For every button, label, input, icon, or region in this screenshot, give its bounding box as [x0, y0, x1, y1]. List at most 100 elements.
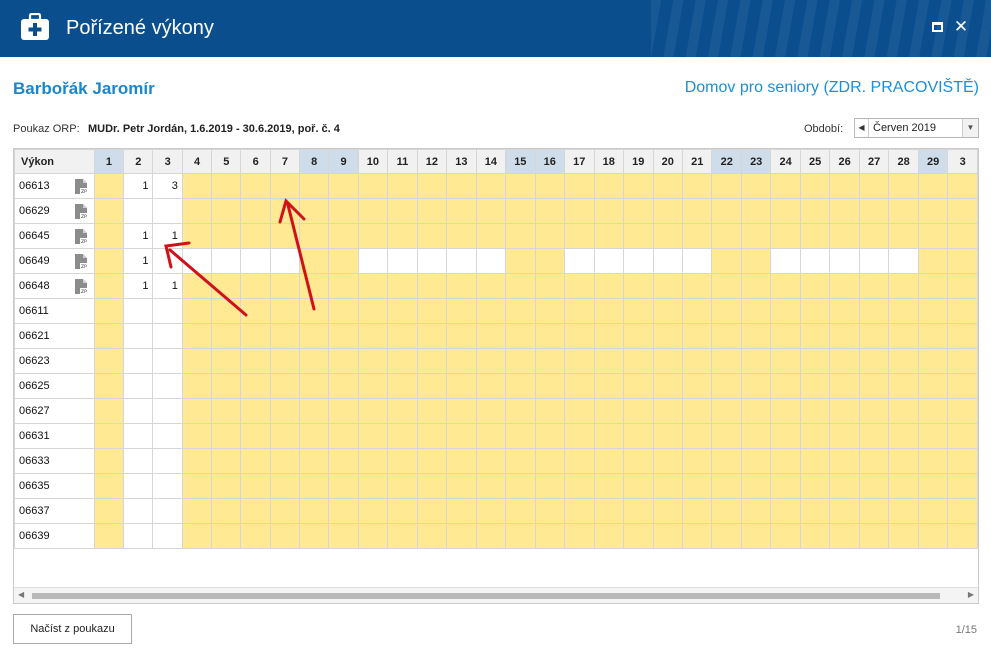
day-cell[interactable]	[475, 198, 507, 224]
day-cell[interactable]	[181, 423, 213, 449]
day-cell[interactable]	[416, 248, 448, 274]
day-cell[interactable]	[770, 398, 801, 424]
day-cell[interactable]	[534, 398, 566, 424]
day-cell[interactable]	[387, 348, 418, 374]
day-cell[interactable]	[740, 273, 772, 299]
day-cell[interactable]	[152, 523, 183, 549]
day-cell[interactable]	[947, 273, 978, 299]
day-cell[interactable]	[240, 198, 271, 224]
day-cell[interactable]	[858, 498, 890, 524]
day-cell[interactable]	[711, 498, 742, 524]
day-cell[interactable]	[829, 248, 860, 274]
day-cell[interactable]	[534, 298, 566, 324]
day-cell[interactable]	[387, 473, 418, 499]
day-cell[interactable]	[416, 373, 448, 399]
day-cell[interactable]	[123, 198, 154, 224]
day-cell[interactable]	[416, 398, 448, 424]
day-cell[interactable]	[534, 373, 566, 399]
day-cell[interactable]	[888, 323, 919, 349]
day-cell[interactable]	[211, 223, 242, 249]
day-cell[interactable]	[446, 373, 477, 399]
day-cell[interactable]	[740, 373, 772, 399]
day-cell[interactable]	[947, 423, 978, 449]
day-cell[interactable]	[446, 198, 477, 224]
day-cell[interactable]	[387, 373, 418, 399]
day-cell[interactable]	[357, 523, 389, 549]
day-cell[interactable]	[211, 448, 242, 474]
day-cell[interactable]	[93, 248, 125, 274]
day-cell[interactable]	[387, 173, 418, 199]
day-cell[interactable]	[416, 223, 448, 249]
day-cell[interactable]	[505, 398, 536, 424]
day-cell[interactable]	[623, 398, 654, 424]
day-cell[interactable]	[947, 523, 978, 549]
zp-document-icon[interactable]: ZP	[74, 228, 88, 245]
day-cell[interactable]	[269, 398, 301, 424]
day-cell[interactable]	[652, 523, 683, 549]
scroll-right-icon[interactable]: ▶	[968, 590, 974, 599]
day-cell[interactable]	[770, 448, 801, 474]
day-cell[interactable]	[770, 423, 801, 449]
day-cell[interactable]	[623, 223, 654, 249]
day-cell[interactable]	[593, 473, 625, 499]
day-cell[interactable]	[181, 248, 213, 274]
day-cell[interactable]	[711, 298, 742, 324]
day-cell[interactable]	[328, 423, 359, 449]
day-cell[interactable]	[446, 423, 477, 449]
day-cell[interactable]	[681, 448, 713, 474]
day-cell[interactable]	[623, 373, 654, 399]
day-cell[interactable]	[947, 323, 978, 349]
day-cell[interactable]	[416, 173, 448, 199]
day-cell[interactable]	[770, 373, 801, 399]
day-cell[interactable]	[357, 448, 389, 474]
day-cell[interactable]	[387, 248, 418, 274]
day-cell[interactable]	[534, 223, 566, 249]
day-cell[interactable]	[505, 523, 536, 549]
day-cell[interactable]	[534, 523, 566, 549]
day-cell[interactable]	[534, 348, 566, 374]
day-cell[interactable]	[93, 373, 125, 399]
day-cell[interactable]	[240, 473, 271, 499]
day-cell[interactable]	[416, 523, 448, 549]
day-cell[interactable]	[917, 523, 949, 549]
day-cell[interactable]	[681, 523, 713, 549]
day-cell[interactable]	[799, 223, 831, 249]
day-cell[interactable]	[93, 198, 125, 224]
day-cell[interactable]	[416, 298, 448, 324]
day-cell[interactable]	[947, 198, 978, 224]
day-cell[interactable]	[211, 398, 242, 424]
day-cell[interactable]	[181, 473, 213, 499]
day-cell[interactable]	[387, 323, 418, 349]
day-cell[interactable]	[416, 348, 448, 374]
day-cell[interactable]	[711, 373, 742, 399]
day-cell[interactable]	[917, 298, 949, 324]
day-cell[interactable]	[829, 373, 860, 399]
day-cell[interactable]	[181, 298, 213, 324]
day-cell[interactable]	[357, 298, 389, 324]
day-cell[interactable]	[681, 248, 713, 274]
day-cell[interactable]	[947, 248, 978, 274]
day-cell[interactable]	[829, 298, 860, 324]
day-cell[interactable]	[829, 198, 860, 224]
day-cell[interactable]	[123, 373, 154, 399]
day-cell[interactable]	[623, 323, 654, 349]
day-cell[interactable]	[93, 498, 125, 524]
day-cell[interactable]	[652, 448, 683, 474]
day-cell[interactable]	[770, 473, 801, 499]
day-cell[interactable]	[357, 473, 389, 499]
day-cell[interactable]	[416, 273, 448, 299]
day-cell[interactable]	[947, 173, 978, 199]
day-cell[interactable]	[269, 348, 301, 374]
day-cell[interactable]	[505, 348, 536, 374]
day-cell[interactable]	[593, 498, 625, 524]
day-cell[interactable]	[240, 273, 271, 299]
day-cell[interactable]	[299, 448, 330, 474]
day-cell[interactable]	[475, 523, 507, 549]
day-cell[interactable]	[299, 398, 330, 424]
day-cell[interactable]	[681, 173, 713, 199]
day-cell[interactable]	[593, 198, 625, 224]
day-cell[interactable]	[888, 423, 919, 449]
day-cell[interactable]	[858, 448, 890, 474]
day-cell[interactable]	[623, 298, 654, 324]
day-cell[interactable]	[829, 323, 860, 349]
